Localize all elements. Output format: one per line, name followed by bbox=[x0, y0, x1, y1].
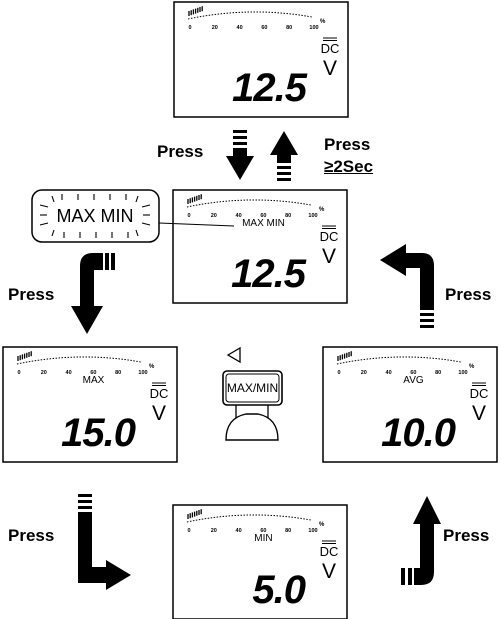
arrow-stripe bbox=[420, 325, 434, 328]
bargraph-tick-label: 0 bbox=[187, 528, 190, 534]
press-label-up: Press bbox=[324, 135, 371, 154]
arrow-stripe bbox=[408, 568, 412, 585]
display-left: 0 20 40 60 80 100%MAX15.0DCV bbox=[2, 346, 178, 463]
press-label-bottom-right: Press bbox=[443, 526, 490, 545]
arrow-up-head bbox=[270, 131, 298, 155]
bargraph-tick-label: 80 bbox=[285, 528, 291, 534]
bargraph-tick-label: 20 bbox=[212, 25, 218, 31]
unit-label: V bbox=[322, 245, 336, 268]
arrow-stripe bbox=[277, 166, 291, 169]
arrow-stripe bbox=[233, 136, 247, 139]
bargraph-tick-label: 100 bbox=[458, 370, 467, 376]
arrow-down-head bbox=[226, 156, 254, 180]
arrow-elbow-shaft bbox=[414, 522, 434, 585]
bargraph-percent-label: % bbox=[469, 364, 475, 370]
bargraph-percent-label: % bbox=[320, 19, 326, 25]
arrow-elbow-shaft bbox=[78, 512, 108, 583]
unit-label: V bbox=[323, 57, 337, 80]
display-bottom: 0 20 40 60 80 100%MIN5.0DCV bbox=[172, 504, 348, 619]
press-label-bottom-left: Press bbox=[8, 526, 55, 545]
unit-label: V bbox=[472, 402, 486, 425]
bargraph-tick-label: 80 bbox=[286, 25, 292, 31]
main-reading: 10.0 bbox=[381, 411, 456, 455]
arrow-stripe bbox=[78, 500, 92, 503]
mode-annunciator: AVG bbox=[403, 375, 424, 386]
bargraph-tick-label: 40 bbox=[236, 528, 242, 534]
press-hold-label: ≥2Sec bbox=[324, 157, 374, 176]
arrow-stripe bbox=[78, 506, 92, 509]
press-label-left: Press bbox=[8, 285, 55, 304]
bargraph-tick-label: 40 bbox=[386, 370, 392, 376]
arrow-stripe bbox=[401, 568, 405, 585]
callout-label: MAX MIN bbox=[56, 206, 133, 226]
bargraph-tick-label: 80 bbox=[285, 213, 291, 219]
main-reading: 12.5 bbox=[232, 66, 308, 110]
bargraph-tick-label: 40 bbox=[237, 25, 243, 31]
main-reading: 12.5 bbox=[231, 252, 307, 296]
arrow-elbow-shaft bbox=[80, 253, 103, 308]
bargraph-tick-label: 0 bbox=[188, 25, 191, 31]
mode-annunciator: MAX MIN bbox=[242, 218, 285, 229]
bargraph-tick-label: 20 bbox=[211, 213, 217, 219]
arrow-stripe bbox=[78, 494, 92, 497]
arrow-up-shaft bbox=[277, 155, 291, 163]
bargraph-tick-label: 0 bbox=[187, 213, 190, 219]
arrow-stripe bbox=[111, 253, 115, 270]
display-top: 0 20 40 60 80 100% 12.5 DCV bbox=[173, 1, 349, 118]
selector-triangle-icon bbox=[226, 346, 241, 364]
finger-icon bbox=[225, 413, 279, 441]
arrow-stripe bbox=[233, 142, 247, 145]
unit-label: V bbox=[152, 402, 166, 425]
bargraph-tick-label: 100 bbox=[308, 528, 317, 534]
bargraph-tick-label: 0 bbox=[337, 370, 340, 376]
bargraph-percent-label: % bbox=[319, 522, 325, 528]
bargraph-tick-label: 100 bbox=[309, 25, 318, 31]
coupling-label: DC bbox=[320, 544, 339, 559]
arrow-stripe bbox=[277, 172, 291, 175]
arrow-elbow-head bbox=[71, 306, 103, 334]
max-min-button-label: MAX/MIN bbox=[227, 381, 278, 395]
bargraph-tick-label: 80 bbox=[435, 370, 441, 376]
bargraph-tick-label: 20 bbox=[211, 528, 217, 534]
bargraph-tick-label: 80 bbox=[115, 370, 121, 376]
coupling-label: DC bbox=[320, 229, 339, 244]
bargraph-tick-label: 100 bbox=[138, 370, 147, 376]
arrow-stripe bbox=[233, 130, 247, 133]
bargraph-tick-label: 40 bbox=[66, 370, 72, 376]
main-reading: 15.0 bbox=[61, 411, 136, 455]
display-center: 0 20 40 60 80 100%MAX MIN12.5DCV bbox=[172, 189, 348, 304]
max-min-mode-diagram: 0 20 40 60 80 100%12.5DCV0 20 40 60 80 100%MAX MIN… bbox=[2, 1, 498, 619]
mode-annunciator: MAX bbox=[83, 375, 105, 386]
arrow-stripe bbox=[277, 178, 291, 181]
bargraph-percent-label: % bbox=[319, 207, 325, 213]
display-right: 0 20 40 60 80 100%AVG10.0DCV bbox=[322, 346, 498, 463]
coupling-label: DC bbox=[150, 386, 169, 401]
bargraph-tick-label: 60 bbox=[261, 25, 267, 31]
arrow-elbow-head bbox=[106, 560, 131, 590]
bargraph-tick-label: 100 bbox=[308, 213, 317, 219]
coupling-label: DC bbox=[321, 41, 340, 56]
coupling-label: DC bbox=[470, 386, 489, 401]
unit-label: V bbox=[322, 560, 336, 583]
press-label-down: Press bbox=[157, 142, 204, 161]
bargraph-tick-label: 20 bbox=[41, 370, 47, 376]
arrow-stripe bbox=[420, 319, 434, 322]
bargraph-tick-label: 20 bbox=[361, 370, 367, 376]
bargraph-percent-label: % bbox=[149, 364, 155, 370]
arrow-down-shaft bbox=[233, 148, 247, 156]
bargraph-tick-label: 40 bbox=[236, 213, 242, 219]
mode-annunciator: MIN bbox=[254, 533, 272, 544]
main-reading: 5.0 bbox=[252, 568, 305, 612]
bargraph-tick-label: 0 bbox=[17, 370, 20, 376]
arrow-elbow-shaft bbox=[404, 253, 434, 310]
arrow-elbow-head bbox=[413, 496, 441, 524]
arrow-elbow-head bbox=[380, 244, 406, 276]
arrow-stripe bbox=[105, 253, 109, 270]
arrow-stripe bbox=[420, 313, 434, 316]
press-label-right: Press bbox=[445, 285, 492, 304]
